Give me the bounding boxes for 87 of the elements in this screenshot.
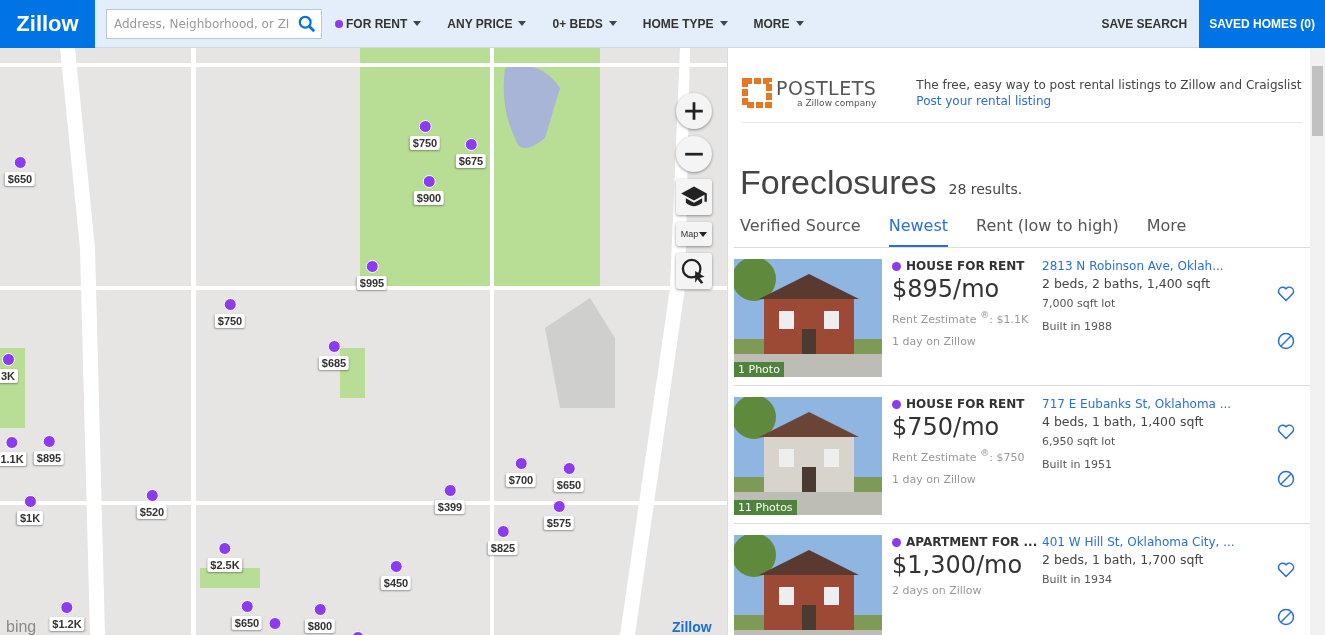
year-built: Built in 1934 [1042,572,1113,588]
listing-address-link[interactable]: 401 W Hill St, Oklahoma City, ... [1042,535,1266,549]
promo-text: The free, easy way to post rental listings to Zillow and Craigslist [916,78,1302,92]
price-marker[interactable]: $995 [356,276,388,290]
sort-tab[interactable]: More [1146,216,1187,247]
draw-lasso-button[interactable] [676,253,712,289]
plus-icon [683,100,705,122]
rent-zestimate: Rent Zestimate $^{®}$: $750 [892,446,1026,466]
listing-facts: 4 beds, 1 bath, 1,400 sqft [1042,414,1205,429]
search-field[interactable]: Address, Neighborhood, or ZI [106,8,322,39]
price-marker[interactable]: $450 [380,576,412,590]
caret-icon [518,21,527,26]
schools-button[interactable] [676,179,712,215]
sort-tab[interactable]: Newest [888,216,949,247]
year-built: Built in 1951 [1042,457,1113,473]
postlets-logo: POSTLETS [776,78,877,98]
zillow-map-logo: Zillow [672,619,712,635]
caret-icon [719,21,728,26]
listing-address-link[interactable]: 2813 N Robinson Ave, Oklah... [1042,259,1266,273]
price-marker[interactable]: $675 [455,154,487,168]
save-search-button[interactable]: SAVE SEARCH [1089,0,1200,48]
scrollbar[interactable] [1310,48,1325,635]
listing-price: $1,300/mo [892,551,1024,579]
caret-icon [608,21,617,26]
hide-icon[interactable] [1276,469,1296,489]
sort-tab[interactable]: Verified Source [740,216,861,247]
listing-price: $750/mo [892,413,1001,441]
listing-price: $895/mo [892,275,1001,303]
price-marker[interactable]: $750 [409,136,441,150]
year-built: Built in 1988 [1042,319,1113,335]
price-marker[interactable]: $1K [16,511,44,525]
results-count: 28 results. [948,181,1023,197]
heart-icon[interactable] [1276,283,1296,303]
search-icon[interactable] [298,14,316,33]
days-on-zillow: 2 days on Zillow [892,583,983,599]
filter-dropdown[interactable]: HOME TYPE [629,0,741,48]
filter-dropdown[interactable]: MORE [740,0,817,48]
price-marker[interactable]: $1.2K [49,617,85,631]
price-marker[interactable]: $650 [231,616,263,630]
price-marker[interactable]: $895 [33,451,65,465]
zillow-logo[interactable]: Zillow [0,0,95,48]
saved-homes-button[interactable]: SAVED HOMES (0) [1199,0,1325,48]
caret-icon [699,231,708,237]
sort-tab[interactable]: Rent (low to high) [976,216,1119,247]
results-title: Foreclosures [740,163,937,202]
days-on-zillow: 1 day on Zillow [892,333,977,350]
hide-icon[interactable] [1276,607,1296,627]
filter-dropdown[interactable]: ANY PRICE [434,0,540,48]
price-marker[interactable]: $685 [318,356,350,370]
map-type-dropdown[interactable]: Map [676,222,712,246]
listing-type: HOUSE FOR RENT [892,397,1032,411]
rent-zestimate: Rent Zestimate $^{®}$: $1.1K [892,308,1030,328]
price-marker[interactable]: $650 [553,478,585,492]
price-marker[interactable]: $700 [505,473,537,487]
post-listing-link[interactable]: Post your rental listing [916,94,1302,108]
logo-tagline: a Zillow company [797,97,877,108]
lot-size: 6,950 sqft lot [1042,434,1117,450]
listing-facts: 2 beds, 2 baths, 1,400 sqft [1042,276,1212,291]
price-marker[interactable]: $520 [136,505,168,519]
listing-facts: 2 beds, 1 bath, 1,700 sqft [1042,552,1205,567]
price-marker[interactable]: $825 [487,541,519,555]
price-marker[interactable]: $575 [543,516,575,530]
lot-size: 7,000 sqft lot [1042,296,1117,312]
days-on-zillow: 1 day on Zillow [892,471,977,488]
map-provider-logo: bing [6,619,37,635]
price-marker[interactable]: $750 [214,314,246,328]
price-marker[interactable]: $650 [4,172,36,186]
hide-icon[interactable] [1276,331,1296,351]
price-marker[interactable]: $2.5K [207,558,243,572]
photo-count-badge: 1 Photo [734,362,784,377]
caret-icon [413,21,422,26]
postlets-logo-icon [742,78,772,108]
dot-icon [335,19,343,28]
minus-icon [683,151,705,157]
caret-icon [795,21,804,26]
photo-count-badge: 11 Photos [734,500,797,515]
price-marker[interactable]: 1.1K [0,452,27,466]
listing-address-link[interactable]: 717 E Eubanks St, Oklahoma ... [1042,397,1266,411]
filter-dropdown[interactable]: FOR RENT [322,0,435,48]
price-marker[interactable]: 3K [0,369,19,383]
price-marker[interactable]: $399 [434,500,466,514]
heart-icon[interactable] [1276,559,1296,579]
heart-icon[interactable] [1276,421,1296,441]
price-marker[interactable]: $900 [413,191,445,205]
filter-dropdown[interactable]: 0+ BEDS [539,0,630,48]
listing-type: HOUSE FOR RENT [892,259,1032,273]
price-marker[interactable]: $800 [304,619,336,633]
